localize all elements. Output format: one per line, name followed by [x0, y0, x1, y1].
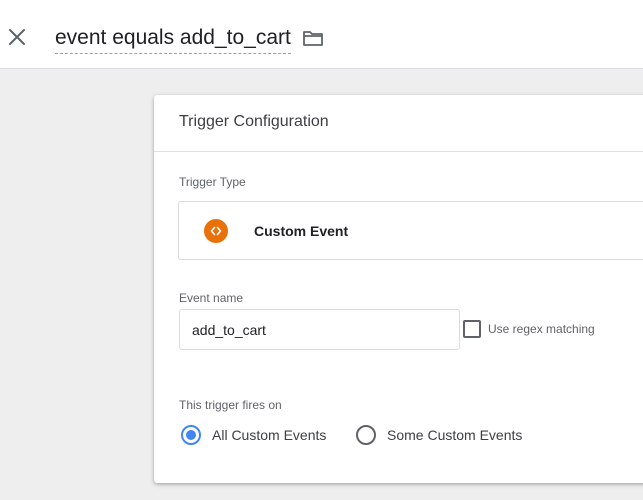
event-name-label: Event name	[179, 291, 244, 305]
fires-on-label: This trigger fires on	[179, 398, 282, 412]
regex-checkbox-label: Use regex matching	[488, 322, 595, 336]
close-icon[interactable]	[6, 26, 28, 48]
trigger-configuration-card: Trigger Configuration Trigger Type Custo…	[154, 95, 643, 483]
radio-some-custom-events-label[interactable]: Some Custom Events	[387, 427, 522, 443]
top-bar: event equals add_to_cart	[0, 0, 643, 69]
card-title: Trigger Configuration	[179, 113, 329, 130]
radio-all-custom-events-label[interactable]: All Custom Events	[212, 427, 326, 443]
trigger-type-name: Custom Event	[254, 223, 349, 239]
close-button[interactable]	[6, 26, 28, 48]
trigger-type-selector[interactable]: Custom Event	[178, 201, 643, 260]
radio-all-custom-events[interactable]	[181, 425, 201, 445]
folder-icon[interactable]	[302, 27, 324, 49]
trigger-name-field[interactable]: event equals add_to_cart	[55, 24, 291, 54]
regex-checkbox[interactable]	[463, 320, 481, 338]
radio-some-custom-events[interactable]	[356, 425, 376, 445]
folder-button[interactable]	[302, 27, 324, 49]
trigger-type-label: Trigger Type	[179, 175, 246, 189]
event-name-input[interactable]	[179, 309, 460, 350]
card-header: Trigger Configuration	[154, 95, 643, 152]
code-brackets-icon	[204, 219, 228, 243]
